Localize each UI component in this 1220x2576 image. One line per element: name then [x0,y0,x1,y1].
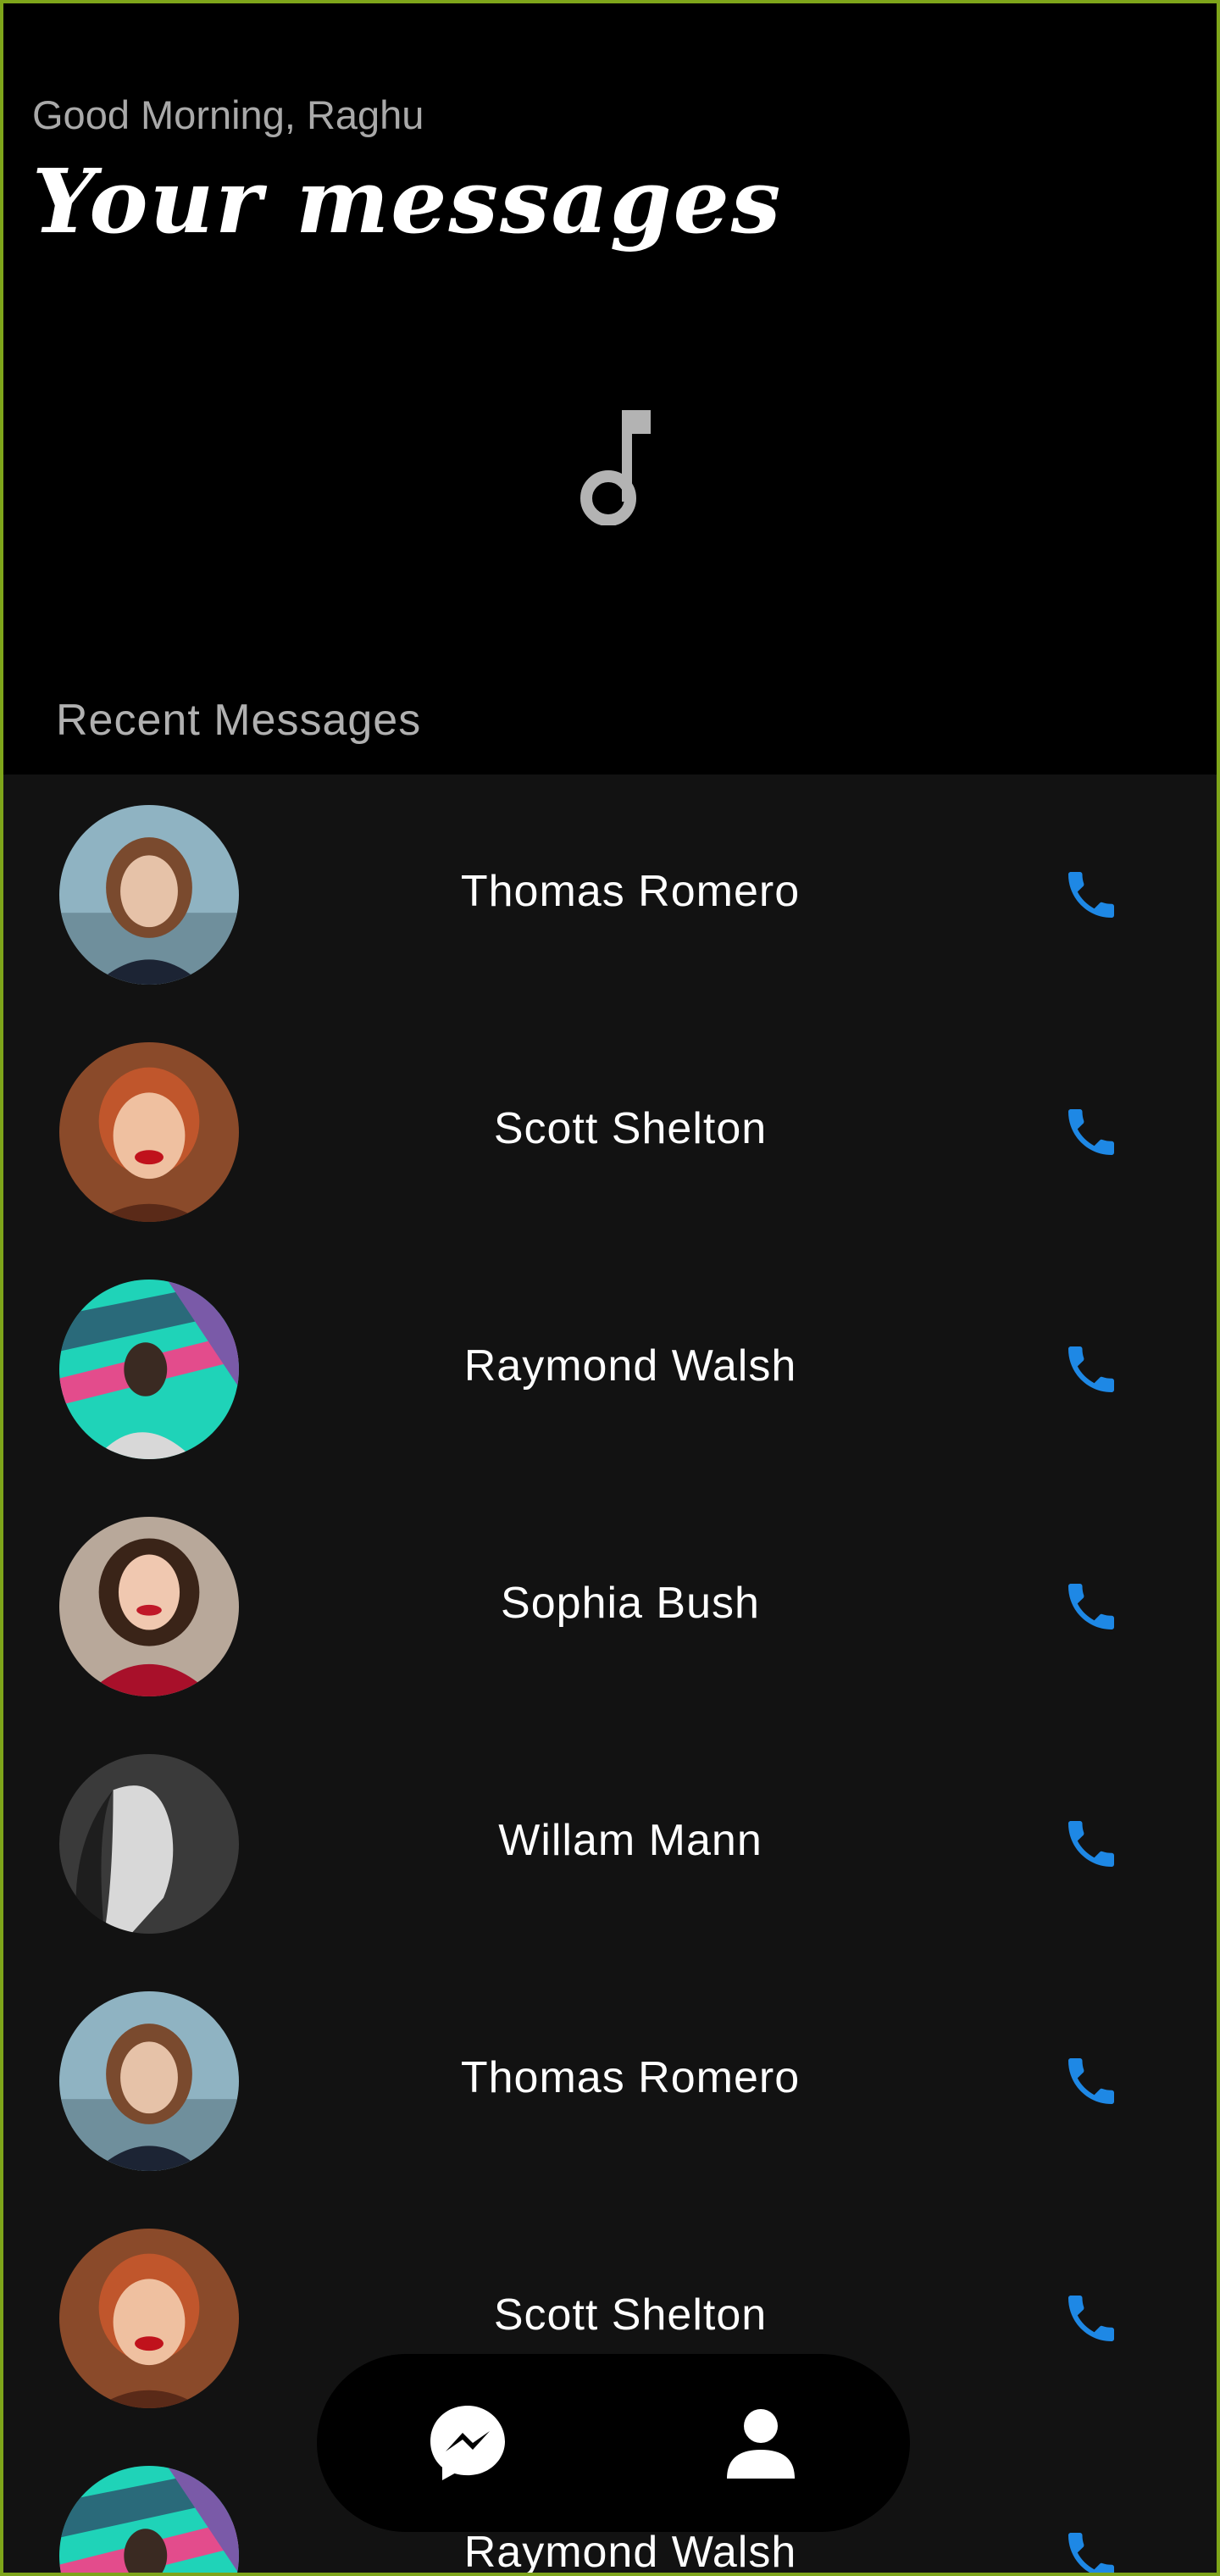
avatar [59,1517,239,1696]
messenger-icon[interactable] [425,2401,510,2485]
contact-name: Willam Mann [498,1816,762,1865]
contact-name: Scott Shelton [493,2290,768,2340]
contact-name: Scott Shelton [493,1104,768,1153]
list-item[interactable]: Scott Shelton [3,1012,1217,1249]
greeting-text: Good Morning, Raghu [32,92,424,137]
music-note-icon [580,410,651,525]
bottom-nav [317,2354,910,2532]
avatar [59,1042,239,1222]
person-icon[interactable] [718,2401,803,2485]
app-screen: Good Morning, Raghu Your messages Recent… [0,0,1220,2576]
avatar [59,2466,239,2573]
list-item[interactable]: Thomas Romero [3,774,1217,1012]
phone-icon[interactable] [1061,1339,1122,1400]
phone-icon[interactable] [1061,1102,1122,1163]
phone-icon[interactable] [1061,2525,1122,2576]
list-item[interactable]: Raymond Walsh [3,1249,1217,1486]
phone-icon[interactable] [1061,864,1122,925]
list-item[interactable]: Sophia Bush [3,1486,1217,1724]
avatar [59,1280,239,1459]
phone-icon[interactable] [1061,2288,1122,2349]
contact-name: Thomas Romero [460,2053,801,2102]
phone-icon[interactable] [1061,1813,1122,1874]
contact-name: Sophia Bush [501,1579,760,1628]
contact-name: Raymond Walsh [463,1341,797,1391]
list-item[interactable]: Thomas Romero [3,1961,1217,2198]
contact-list: Thomas Romero Scott Shelton Raymond Wals… [3,774,1217,2576]
header: Good Morning, Raghu Your messages Recent… [3,3,1217,774]
avatar [59,2229,239,2408]
phone-icon[interactable] [1061,2051,1122,2112]
contact-name: Thomas Romero [460,867,801,916]
list-item[interactable]: Willam Mann [3,1724,1217,1961]
section-label-recent: Recent Messages [56,696,422,745]
avatar [59,805,239,985]
avatar [59,1754,239,1934]
avatar [59,1991,239,2171]
page-title: Your messages [32,149,783,253]
contact-name: Raymond Walsh [463,2528,797,2576]
phone-icon[interactable] [1061,1576,1122,1637]
